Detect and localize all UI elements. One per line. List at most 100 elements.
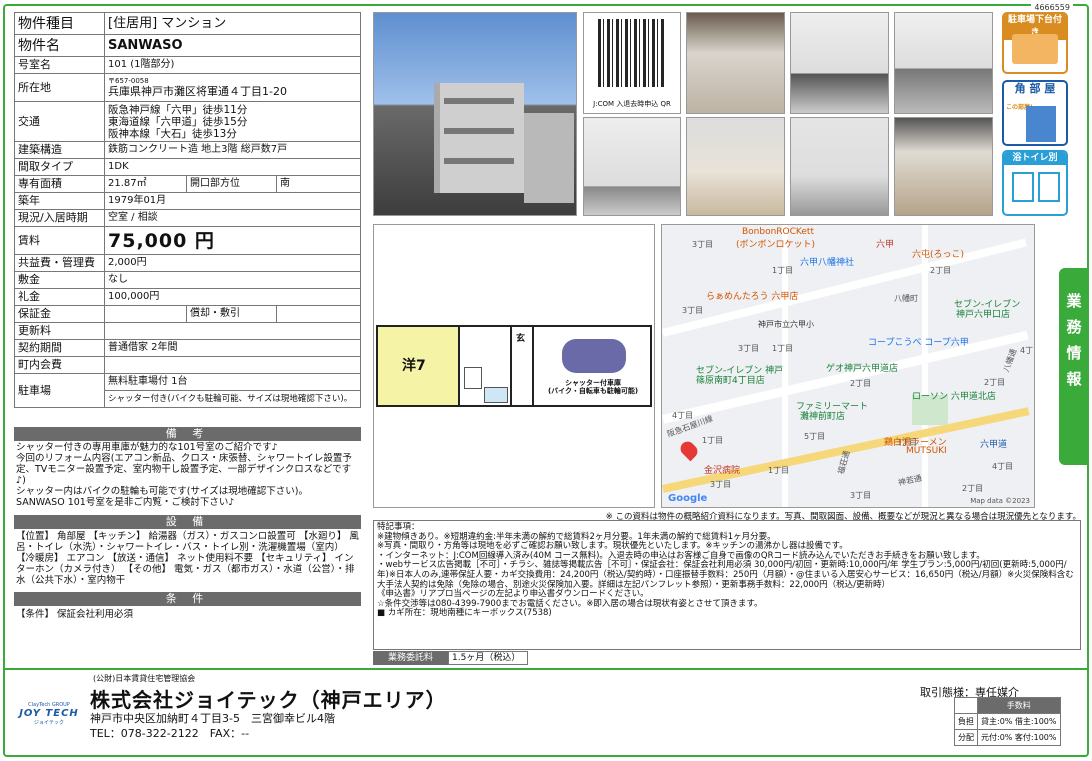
toilet-icon [1012,172,1034,202]
structure-label: 建築構造 [14,141,105,159]
garage-area: シャッター付車庫 (バイク・自転車も駐輪可能) [534,325,652,407]
renewal-label: 更新料 [14,322,105,340]
map-poi-shrine[interactable]: 六甲八幡神社 [800,255,854,268]
map-label: 神若通 [897,473,923,488]
deposit-value: なし [104,271,361,289]
corner-room-badge: 角 部 屋 この部屋! [1002,80,1068,146]
map-label: 2丁目 [850,379,872,388]
side-tab-char: 報 [1066,370,1082,388]
interior-photo-sink [894,12,993,114]
built-label: 築年 [14,192,105,210]
corner-room-label: 角 部 屋 [1014,82,1056,95]
contract-label: 契約期間 [14,339,105,357]
commission-value: 1.5ヶ月（税込） [448,651,528,665]
bathtub-icon [484,387,508,403]
interior-photo-room [686,12,785,114]
conditions-text: 【条件】 保証会社利用必須 [16,609,134,620]
distribution-value: 元付:0% 客付:100% [977,729,1061,746]
association-name: (公財)日本賃貸住宅管理協会 [93,674,196,683]
map-poi-mutsuki: MUTSUKI [906,446,947,456]
map-station-rokko[interactable]: 六甲 [876,237,894,250]
fee-header: 手数料 [977,697,1061,714]
burden-label: 負担 [954,713,978,730]
built-value: 1979年01月 [104,192,361,210]
interior-photo-room-2 [894,117,993,216]
qr-label: J:COM 入退去時申込 QR [593,100,671,108]
dk-area [460,325,512,407]
name-value: SANWASO [104,34,361,57]
rent-value: 75,000 円 [104,226,361,255]
map-label: 1丁目 [768,466,790,475]
guarantee-value [104,305,187,323]
transport-line: 阪神本線「大石」徒歩13分 [108,127,237,140]
map-poi-seven-2-sub: 篠原南町4丁目店 [696,376,765,386]
footer-divider [3,668,1089,670]
company-logo: ClayTech GROUP JOY TECH ジョイテック [14,702,84,728]
conditions-title: 条 件 [14,592,361,606]
logo-sub: ジョイテック [34,720,64,726]
car-icon [562,339,626,373]
parking-note: シャッター付き(バイクも駐輪可能、サイズは現地確認下さい)。 [104,390,361,408]
opening-label: 開口部方位 [186,175,277,193]
map-label: 3丁目 [710,480,732,489]
type-value: [住居用] マンション [104,12,361,35]
special-notes-box: 特記事項： ※建物傾きあり。※短期違約金:半年未満の解約で総賃料2ヶ月分要。1年… [373,520,1081,650]
commission-label: 業務委託料 [373,651,448,665]
garage-label: シャッター付車庫 (バイク・自転車も駐輪可能) [547,379,639,395]
bath-icon [1038,172,1060,202]
map-poi-bonbon[interactable]: BonbonROCKett [742,227,814,237]
map-label: 3丁目 [692,240,714,249]
map-label: 2丁目 [962,484,984,493]
business-info-tab[interactable]: 業 務 情 報 [1059,268,1089,465]
parking-value: 無料駐車場付 1台 [104,373,361,391]
interior-photo-bath [686,117,785,216]
transport-cell: 阪急神戸線「六甲」徒歩11分 東海道線「六甲道」徒歩15分 阪神本線「大石」徒歩… [104,101,361,142]
room-value: 101 (1階部分) [104,56,361,74]
association-fee-value [104,356,361,374]
transport-line: 阪急神戸線「六甲」徒歩11分 [108,103,248,116]
name-label: 物件名 [14,34,105,57]
separate-bath-badge: 浴トイレ別 [1002,150,1068,216]
company-phone: TEL：078-322-2122 FAX：-- [90,727,250,740]
area-map[interactable]: 3丁目 1丁目 2丁目 3丁目 八幡町 3丁目 1丁目 2丁目 4丁目 5丁目 … [661,224,1035,508]
key-money-value: 100,000円 [104,288,361,306]
side-tab-char: 業 [1066,292,1082,310]
document-id: 4666559 [1031,3,1073,12]
separate-bath-label: 浴トイレ別 [1004,152,1066,165]
layout-label: 間取タイプ [14,158,105,176]
equipment-title: 設 備 [14,515,361,529]
map-poi-coop[interactable]: コープこうべ コープ六甲 [868,335,969,348]
map-station-rokkomichi[interactable]: 六甲道 [980,437,1007,450]
map-label: 2丁目 [984,378,1006,387]
entrance-area: 玄 [512,325,534,407]
map-poi-rokko[interactable]: 六屯(ろっこ) [912,247,964,260]
burden-value: 貸主:0% 借主:100% [977,713,1061,730]
map-poi-hospital[interactable]: 金沢病院 [704,463,740,476]
area-value: 21.87㎡ [104,175,187,193]
status-label: 現況/入居時期 [14,209,105,227]
map-label: 4丁目 [992,462,1014,471]
transport-label: 交通 [14,101,105,142]
map-label: 5丁目 [804,432,826,441]
amort-label: 償却・敷引 [186,305,277,323]
key-money-label: 礼金 [14,288,105,306]
western-room: 洋7 [376,325,460,407]
map-label: 1丁目 [702,436,724,445]
rent-label: 賃料 [14,226,105,255]
map-poi-geo[interactable]: ゲオ神戸六甲道店 [826,361,898,374]
association-fee-label: 町内会費 [14,356,105,374]
opening-value: 南 [276,175,361,193]
map-poi-lawson[interactable]: ローソン 六甲道北店 [912,389,996,402]
map-school-label: 神戸市立六甲小 [758,320,814,329]
room-label: 号室名 [14,56,105,74]
parking-badge: 駐車場下台付き [1002,12,1068,74]
type-label: 物件種目 [14,12,105,35]
map-credit: Map data ©2023 [970,497,1030,505]
building-icon [1026,106,1056,142]
remarks-title: 備 考 [14,427,361,441]
room-size-label: 洋7 [402,358,426,374]
entrance-label: 玄 [516,334,526,344]
location-pin-icon [677,438,701,462]
map-poi-ramen[interactable]: らぁめんたろう 六甲店 [706,289,798,302]
equipment-text: 【位置】 角部屋 【キッチン】 給湯器（ガス）・ガスコンロ設置可 【水廻り】 風… [16,531,359,586]
